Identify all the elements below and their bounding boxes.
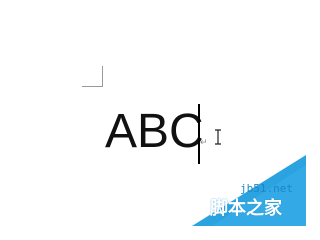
watermark-site: jb51.net [240, 182, 293, 195]
paragraph-mark: ↵ [200, 138, 208, 148]
text-caret [198, 104, 200, 164]
ibeam-cursor-icon [215, 129, 221, 145]
watermark-name: 脚本之家 [210, 198, 282, 219]
document-page[interactable]: ABC ↵ jb51.net 脚本之家 [0, 0, 306, 226]
document-text[interactable]: ABC [105, 104, 204, 160]
margin-corner-mark [82, 66, 103, 87]
